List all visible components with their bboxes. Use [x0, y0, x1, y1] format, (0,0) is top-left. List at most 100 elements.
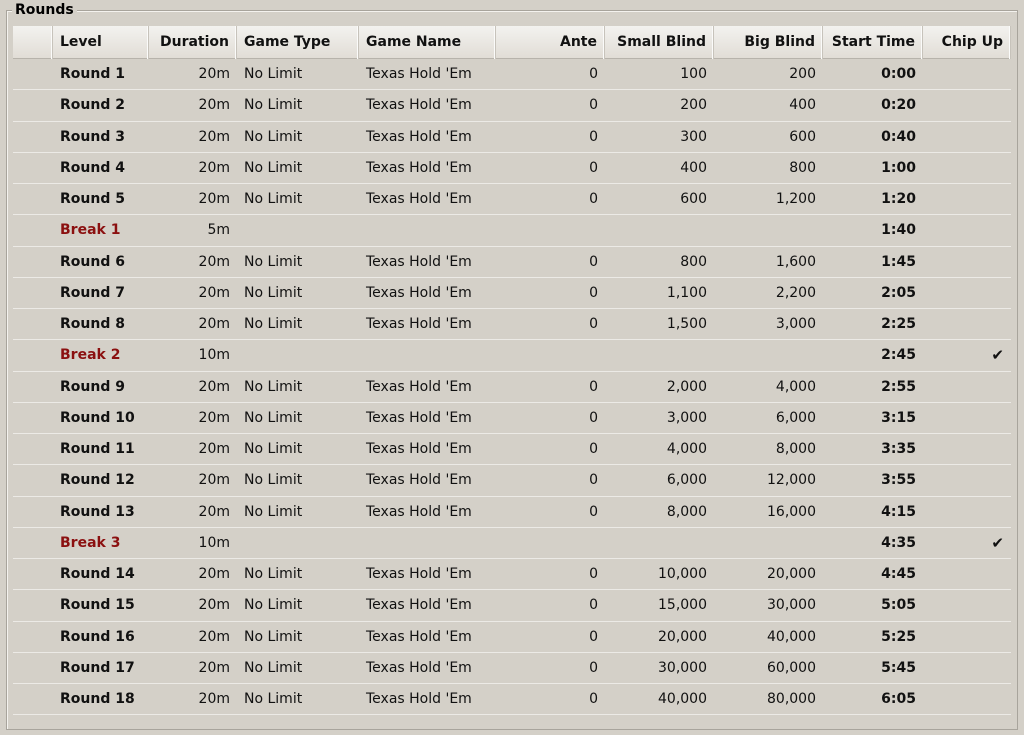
column-header-ante[interactable]: Ante [496, 25, 605, 59]
ante-cell: 0 [496, 504, 605, 520]
level-cell: Round 13 [53, 504, 149, 520]
ante-text: 0 [589, 659, 598, 676]
small-blind-cell: 200 [605, 97, 714, 113]
big-blind-text: 8,000 [775, 441, 816, 458]
column-header-chip-up[interactable]: Chip Up [923, 25, 1011, 59]
level-text: Break 2 [60, 347, 121, 364]
column-header-small-blind[interactable]: Small Blind [605, 25, 714, 59]
round-row[interactable]: Round 15 20m No Limit Texas Hold 'Em 0 15,000… [13, 590, 1011, 622]
column-header-level[interactable]: Level [53, 25, 149, 59]
game-type-cell: No Limit [237, 285, 359, 301]
big-blind-cell: 80,000 [714, 691, 823, 707]
break-row[interactable]: Break 1 5m 1:40 [13, 215, 1011, 247]
column-header-start-time[interactable]: Start Time [823, 25, 923, 59]
ante-cell: 0 [496, 97, 605, 113]
chip-up-cell[interactable]: ✔ [923, 346, 1011, 364]
checkmark-icon: ✔ [991, 346, 1004, 365]
round-row[interactable]: Round 8 20m No Limit Texas Hold 'Em 0 1,500 3,… [13, 309, 1011, 341]
game-type-cell: No Limit [237, 472, 359, 488]
start-time-text: 2:45 [881, 347, 916, 364]
ante-text: 0 [589, 503, 598, 520]
small-blind-text: 1,100 [666, 284, 707, 301]
round-row[interactable]: Round 1 20m No Limit Texas Hold 'Em 0 100 200 0… [13, 59, 1011, 91]
start-time-text: 4:15 [881, 503, 916, 520]
level-cell: Round 18 [53, 691, 149, 707]
game-name-cell: Texas Hold 'Em [359, 66, 496, 82]
level-text: Round 4 [60, 159, 125, 176]
duration-text: 20m [198, 159, 230, 176]
ante-text: 0 [589, 378, 598, 395]
column-header-game-name[interactable]: Game Name [359, 25, 496, 59]
big-blind-text: 60,000 [767, 659, 816, 676]
big-blind-text: 40,000 [767, 628, 816, 645]
start-time-text: 3:35 [881, 441, 916, 458]
small-blind-text: 8,000 [666, 503, 707, 520]
game-type-cell: No Limit [237, 97, 359, 113]
round-row[interactable]: Round 3 20m No Limit Texas Hold 'Em 0 300 600 0… [13, 122, 1011, 153]
game-name-cell: Texas Hold 'Em [359, 660, 496, 676]
duration-cell: 20m [149, 691, 237, 707]
big-blind-cell: 60,000 [714, 660, 823, 676]
level-cell: Round 9 [53, 379, 149, 395]
round-row[interactable]: Round 5 20m No Limit Texas Hold 'Em 0 600 1,20… [13, 184, 1011, 216]
column-header-game-type[interactable]: Game Type [237, 25, 359, 59]
level-cell: Round 12 [53, 472, 149, 488]
small-blind-cell: 1,100 [605, 285, 714, 301]
round-row[interactable]: Round 13 20m No Limit Texas Hold 'Em 0 8,000 1… [13, 497, 1011, 528]
duration-text: 10m [198, 534, 230, 551]
round-row[interactable]: Round 12 20m No Limit Texas Hold 'Em 0 6,000 1… [13, 465, 1011, 497]
game-name-cell: Texas Hold 'Em [359, 566, 496, 582]
duration-cell: 20m [149, 472, 237, 488]
round-row[interactable]: Round 14 20m No Limit Texas Hold 'Em 0 10,000… [13, 559, 1011, 591]
column-header-big-blind[interactable]: Big Blind [714, 25, 823, 59]
start-time-text: 2:25 [881, 316, 916, 333]
round-row[interactable]: Round 16 20m No Limit Texas Hold 'Em 0 20,000… [13, 622, 1011, 653]
round-row[interactable]: Round 11 20m No Limit Texas Hold 'Em 0 4,000 8… [13, 434, 1011, 466]
ante-text: 0 [589, 316, 598, 333]
start-time-text: 1:40 [881, 222, 916, 239]
round-row[interactable]: Round 7 20m No Limit Texas Hold 'Em 0 1,100 2,… [13, 278, 1011, 309]
column-header-duration[interactable]: Duration [149, 25, 237, 59]
break-row[interactable]: Break 3 10m 4:35 ✔ [13, 528, 1011, 559]
ante-cell: 0 [496, 66, 605, 82]
game-type-cell: No Limit [237, 191, 359, 207]
game-type-cell: No Limit [237, 316, 359, 332]
small-blind-text: 40,000 [658, 691, 707, 708]
level-cell: Round 8 [53, 316, 149, 332]
ante-cell: 0 [496, 160, 605, 176]
game-type-text: No Limit [244, 441, 303, 458]
ante-text: 0 [589, 409, 598, 426]
game-type-cell: No Limit [237, 504, 359, 520]
header-selector-cell[interactable] [13, 25, 53, 59]
small-blind-cell: 10,000 [605, 566, 714, 582]
chip-up-cell[interactable]: ✔ [923, 534, 1011, 552]
level-cell: Round 15 [53, 597, 149, 613]
start-time-text: 5:45 [881, 659, 916, 676]
start-time-cell: 5:05 [823, 597, 923, 613]
ante-cell: 0 [496, 191, 605, 207]
game-name-text: Texas Hold 'Em [366, 97, 472, 114]
duration-cell: 10m [149, 347, 237, 363]
start-time-cell: 4:35 [823, 535, 923, 551]
level-text: Round 8 [60, 316, 125, 333]
small-blind-cell: 6,000 [605, 472, 714, 488]
break-row[interactable]: Break 2 10m 2:45 ✔ [13, 340, 1011, 372]
start-time-cell: 3:35 [823, 441, 923, 457]
rounds-grid[interactable]: Level Duration Game Type Game Name Ante … [13, 25, 1011, 716]
duration-cell: 20m [149, 597, 237, 613]
duration-text: 20m [198, 441, 230, 458]
duration-cell: 20m [149, 629, 237, 645]
round-row[interactable]: Round 17 20m No Limit Texas Hold 'Em 0 30,000… [13, 653, 1011, 684]
round-row[interactable]: Round 2 20m No Limit Texas Hold 'Em 0 200 400 0… [13, 90, 1011, 122]
game-type-cell: No Limit [237, 160, 359, 176]
round-row[interactable]: Round 10 20m No Limit Texas Hold 'Em 0 3,000 6… [13, 403, 1011, 434]
round-row[interactable]: Round 6 20m No Limit Texas Hold 'Em 0 800 1,60… [13, 247, 1011, 278]
level-text: Round 10 [60, 409, 135, 426]
game-name-cell: Texas Hold 'Em [359, 160, 496, 176]
ante-text: 0 [589, 566, 598, 583]
round-row[interactable]: Round 9 20m No Limit Texas Hold 'Em 0 2,000 4,… [13, 372, 1011, 403]
round-row[interactable]: Round 4 20m No Limit Texas Hold 'Em 0 400 800 1… [13, 153, 1011, 184]
round-row[interactable]: Round 18 20m No Limit Texas Hold 'Em 0 40,000… [13, 684, 1011, 716]
small-blind-text: 800 [680, 253, 707, 270]
level-cell: Round 3 [53, 129, 149, 145]
